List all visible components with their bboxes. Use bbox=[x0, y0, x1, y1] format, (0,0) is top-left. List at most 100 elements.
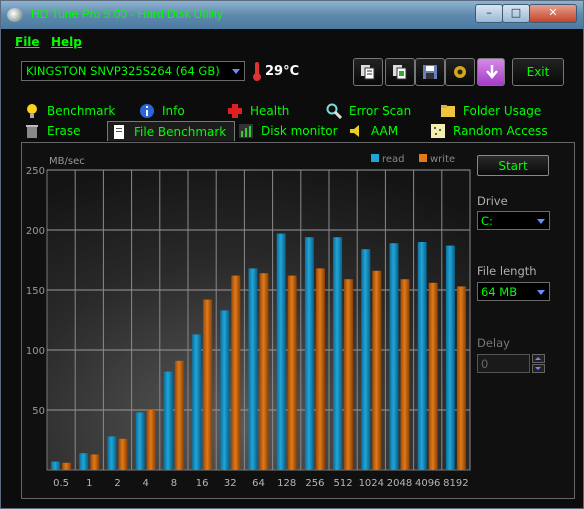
temperature-readout: 29°C bbox=[265, 64, 300, 79]
legend-read-label: read bbox=[382, 154, 405, 165]
legend-write-swatch bbox=[419, 154, 427, 162]
maximize-button[interactable]: □ bbox=[502, 4, 530, 23]
tab-error-scan[interactable]: Error Scan bbox=[323, 101, 437, 121]
tab-folder-usage[interactable]: Folder Usage bbox=[437, 101, 576, 121]
dots-icon bbox=[431, 124, 445, 138]
download-button[interactable] bbox=[477, 58, 505, 86]
x-tick-label: 64 bbox=[252, 478, 265, 489]
read-bar bbox=[220, 310, 230, 470]
y-tick-label: 200 bbox=[26, 226, 45, 237]
x-tick-label: 1024 bbox=[359, 478, 384, 489]
read-bar bbox=[248, 268, 258, 470]
x-tick-label: 256 bbox=[305, 478, 324, 489]
chart-legend: read write bbox=[371, 154, 455, 165]
start-button[interactable]: Start bbox=[477, 155, 549, 176]
read-bar bbox=[79, 453, 89, 470]
file-length-value: 64 MB bbox=[481, 285, 518, 299]
exit-button[interactable]: Exit bbox=[512, 58, 564, 86]
delay-input[interactable]: 0 bbox=[477, 354, 530, 373]
tab-label: Benchmark bbox=[47, 104, 116, 118]
drive-label: Drive bbox=[477, 194, 508, 208]
x-tick-label: 128 bbox=[277, 478, 296, 489]
tab-erase[interactable]: Erase bbox=[21, 121, 107, 141]
x-tick-label: 8 bbox=[171, 478, 177, 489]
tab-aam[interactable]: AAM bbox=[345, 121, 427, 141]
bars-icon bbox=[239, 124, 253, 138]
drive-dropdown-value: KINGSTON SNVP325S264 (64 GB) bbox=[26, 64, 220, 78]
read-bar bbox=[304, 237, 314, 470]
write-bar bbox=[428, 282, 438, 470]
menu-file[interactable]: File bbox=[15, 35, 40, 49]
write-bar bbox=[118, 438, 128, 470]
tab-file-benchmark[interactable]: File Benchmark bbox=[107, 121, 235, 141]
write-bar bbox=[315, 268, 325, 470]
close-button[interactable]: ✕ bbox=[529, 4, 577, 23]
delay-value: 0 bbox=[481, 357, 489, 371]
file-length-label: File length bbox=[477, 264, 537, 278]
write-bar bbox=[90, 454, 100, 470]
drive-dropdown[interactable]: KINGSTON SNVP325S264 (64 GB) bbox=[21, 61, 245, 81]
minimize-button[interactable]: – bbox=[475, 4, 503, 23]
window-title: HD Tune Pro 5.00 - Hard Disk Utility bbox=[31, 7, 224, 21]
lightbulb-icon bbox=[27, 104, 37, 118]
write-bar bbox=[259, 273, 269, 470]
save-button[interactable] bbox=[415, 58, 445, 86]
legend-write-label: write bbox=[430, 154, 455, 165]
copy-screenshot-button[interactable] bbox=[385, 58, 415, 86]
tab-label: AAM bbox=[371, 124, 399, 138]
y-tick-label: 100 bbox=[26, 346, 45, 357]
tab-disk-monitor[interactable]: Disk monitor bbox=[235, 121, 345, 141]
cross-icon bbox=[228, 104, 242, 118]
read-bar bbox=[417, 242, 427, 470]
write-bar bbox=[231, 275, 241, 470]
drive-letter-dropdown[interactable]: C: bbox=[477, 211, 550, 230]
tab-label: Health bbox=[250, 104, 290, 118]
read-bar bbox=[51, 461, 61, 470]
file-length-dropdown[interactable]: 64 MB bbox=[477, 282, 550, 301]
tab-strip: Benchmark Info Health Error Scan Folder Usag… bbox=[21, 101, 576, 143]
benchmark-chart: MB/sec 50 100 150 200 250 0.5 1 2 4 8 16 32 64 128 256 5… bbox=[26, 154, 471, 489]
delay-label: Delay bbox=[477, 336, 510, 350]
copy-text-icon bbox=[361, 65, 375, 80]
y-axis-label: MB/sec bbox=[49, 156, 85, 167]
delay-increment-button[interactable] bbox=[532, 354, 545, 363]
info-icon bbox=[140, 104, 154, 118]
copy-screenshot-icon bbox=[393, 65, 407, 80]
read-bar bbox=[107, 436, 117, 470]
tab-random-access[interactable]: Random Access bbox=[427, 121, 576, 141]
chevron-up-icon bbox=[535, 357, 541, 360]
save-icon bbox=[423, 65, 437, 79]
document-icon bbox=[114, 125, 124, 139]
folder-icon bbox=[441, 105, 455, 117]
app-window: HD Tune Pro 5.00 - Hard Disk Utility – □… bbox=[0, 0, 584, 509]
read-bar bbox=[389, 243, 399, 470]
delay-decrement-button[interactable] bbox=[532, 364, 545, 373]
drive-letter-value: C: bbox=[481, 214, 493, 228]
read-bar bbox=[192, 334, 202, 470]
read-bar bbox=[445, 245, 455, 470]
menu-help[interactable]: Help bbox=[51, 35, 82, 49]
magnifier-icon bbox=[326, 103, 342, 119]
tab-label: Random Access bbox=[453, 124, 548, 138]
title-bar[interactable]: HD Tune Pro 5.00 - Hard Disk Utility – □… bbox=[1, 1, 583, 29]
write-bar bbox=[146, 410, 156, 470]
chevron-down-icon bbox=[535, 367, 541, 370]
tab-benchmark[interactable]: Benchmark bbox=[21, 101, 136, 121]
tab-health[interactable]: Health bbox=[224, 101, 323, 121]
tab-info[interactable]: Info bbox=[136, 101, 224, 121]
thermometer-icon bbox=[253, 62, 261, 81]
write-bar bbox=[174, 360, 184, 470]
tab-label: File Benchmark bbox=[134, 125, 227, 139]
x-tick-label: 4 bbox=[143, 478, 149, 489]
write-bar bbox=[372, 270, 382, 470]
tab-label: Disk monitor bbox=[261, 124, 338, 138]
copy-text-button[interactable] bbox=[353, 58, 383, 86]
legend-read-swatch bbox=[371, 154, 379, 162]
x-tick-label: 512 bbox=[334, 478, 353, 489]
app-disk-icon bbox=[7, 8, 23, 22]
options-button[interactable] bbox=[445, 58, 475, 86]
x-tick-label: 2 bbox=[114, 478, 120, 489]
chevron-down-icon bbox=[537, 290, 545, 295]
trash-icon bbox=[26, 125, 38, 138]
x-tick-label: 32 bbox=[224, 478, 237, 489]
